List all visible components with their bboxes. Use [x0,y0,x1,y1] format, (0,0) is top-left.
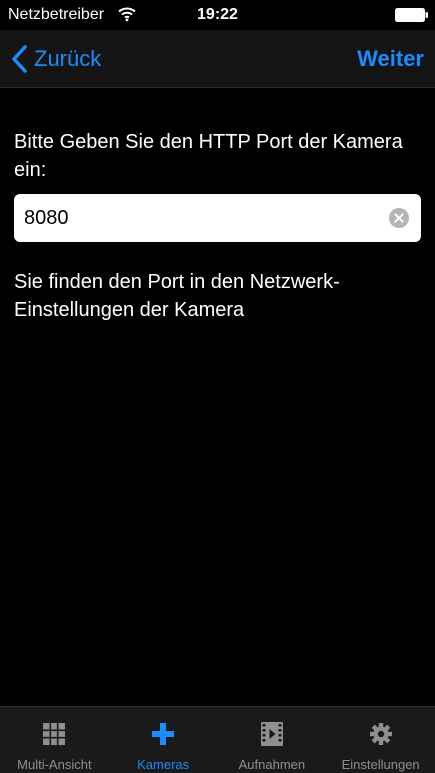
port-prompt: Bitte Geben Sie den HTTP Port der Kamera… [14,131,403,181]
tab-kameras[interactable]: Kameras [109,707,218,773]
port-hint: Sie finden den Port in den Netzwerk-Eins… [14,271,340,321]
navigation-bar: Zurück Weiter [0,30,435,88]
gear-icon [369,723,392,745]
back-label: Zurück [34,46,102,71]
tab-einstellungen[interactable]: Einstellungen [326,707,435,773]
battery-icon [395,8,428,22]
clock: 19:22 [197,6,238,23]
status-bar: Netzbetreiber 19:22 [0,0,435,30]
tab-label: Einstellungen [341,757,420,772]
tab-label: Multi-Ansicht [17,757,92,772]
tab-aufnahmen[interactable]: Aufnahmen [218,707,327,773]
port-field[interactable] [14,194,421,242]
film-icon [260,722,283,746]
port-input[interactable] [24,194,384,242]
tab-bar: Multi-Ansicht Kameras Aufnahmen Einstell… [0,706,435,773]
next-label: Weiter [357,46,424,71]
port-form: Bitte Geben Sie den HTTP Port der Kamera… [14,128,424,324]
grid-icon [43,723,66,745]
back-button[interactable]: Zurück [10,42,101,76]
clear-icon[interactable] [389,208,409,228]
plus-icon [152,723,175,745]
tab-label: Kameras [137,757,190,772]
tab-multi-ansicht[interactable]: Multi-Ansicht [0,707,109,773]
tab-label: Aufnahmen [238,757,306,772]
chevron-left-icon [12,45,27,73]
next-button[interactable]: Weiter [357,42,424,76]
